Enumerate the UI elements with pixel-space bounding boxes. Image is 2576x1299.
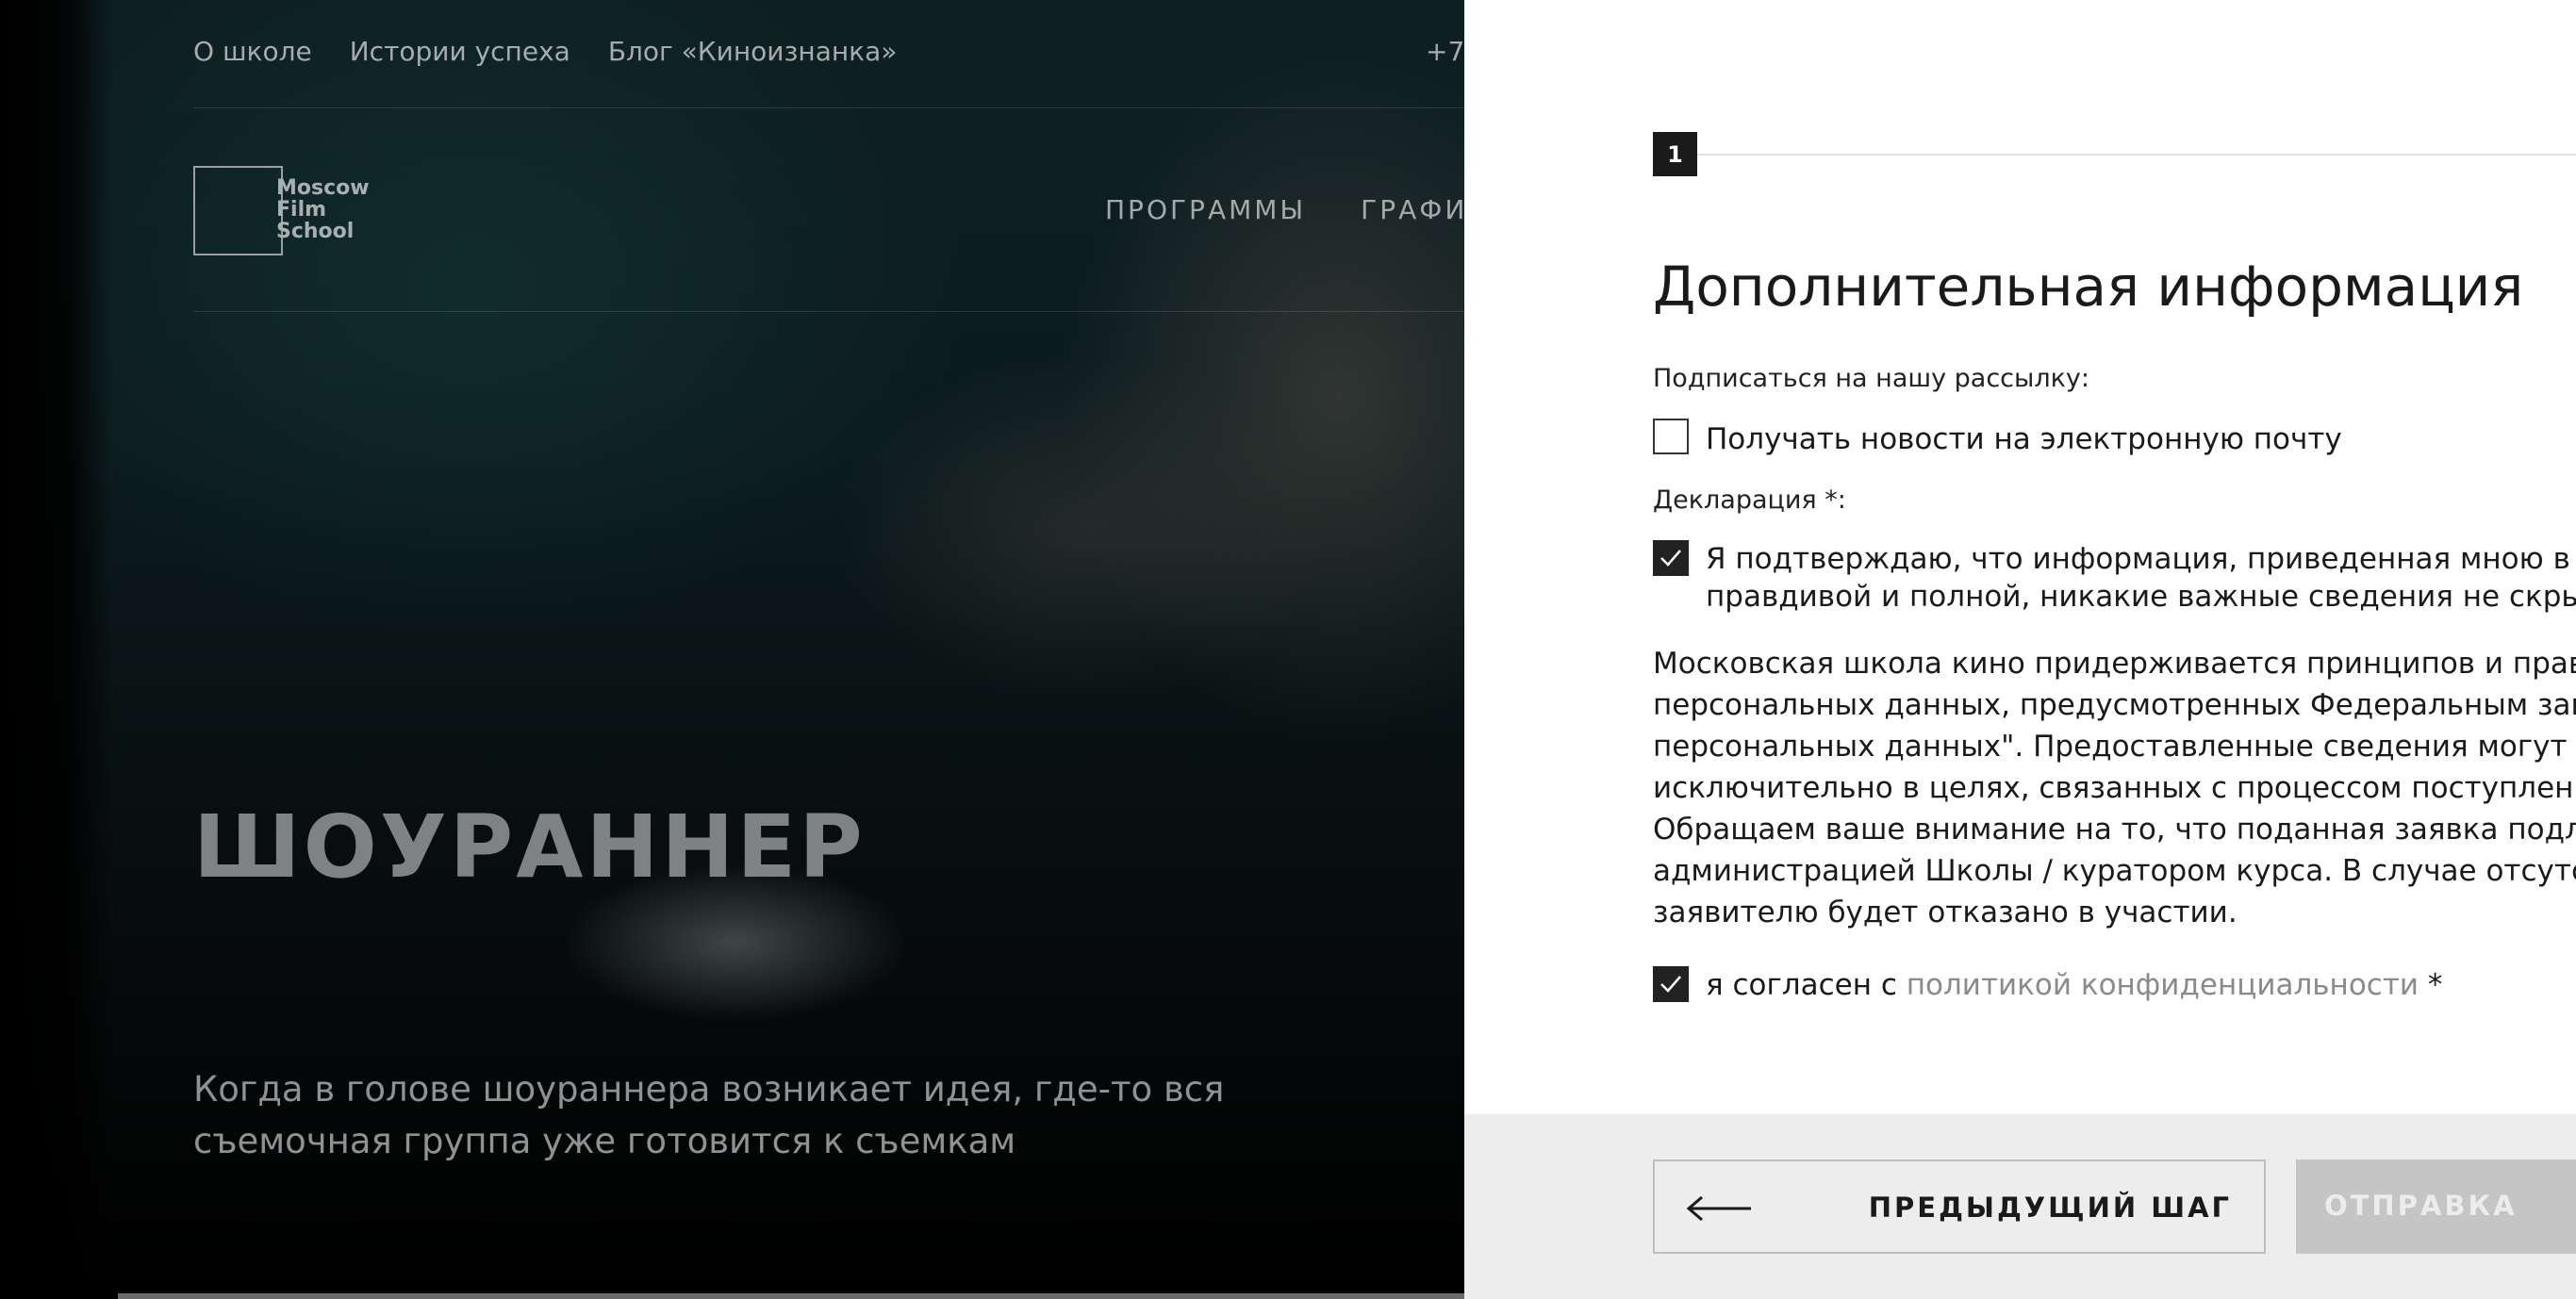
arrow-left-icon — [1686, 1195, 1751, 1222]
progress-bar — [118, 1293, 1464, 1299]
previous-step-label: ПРЕДЫДУЩИЙ ШАГ — [1868, 1192, 2232, 1224]
submit-button[interactable]: ОТПРАВКА — [2296, 1159, 2576, 1254]
subscribe-checkbox-label[interactable]: Получать новости на электронную почту — [1706, 420, 2342, 458]
logo-text[interactable]: Moscow Film School — [276, 177, 370, 242]
step-progress-line — [1697, 154, 2576, 156]
checkmark-icon — [1660, 550, 1681, 567]
main-navigation: ПРОГРАММЫ ГРАФИ — [1105, 194, 1464, 225]
nav-schedule[interactable]: ГРАФИ — [1361, 194, 1464, 225]
hero-subtitle: Когда в голове шоураннера возникает идея… — [193, 1069, 1225, 1161]
step-badge: 1 — [1653, 132, 1697, 176]
privacy-paragraph: Московская школа кино придерживается при… — [1653, 647, 2576, 929]
submit-label: ОТПРАВКА — [2324, 1190, 2518, 1222]
subscribe-checkbox[interactable] — [1653, 419, 1689, 454]
divider — [193, 107, 1464, 108]
nav-link-about[interactable]: О школе — [193, 36, 312, 67]
hero-background: О школе Истории успеха Блог «Киноизнанка… — [0, 0, 1464, 1299]
nav-link-blog[interactable]: Блог «Киноизнанка» — [608, 36, 898, 67]
agree-checkbox-label[interactable]: я согласен с политикой конфиденциальност… — [1706, 966, 2442, 1004]
previous-step-button[interactable]: ПРЕДЫДУЩИЙ ШАГ — [1653, 1159, 2266, 1254]
privacy-policy-link[interactable]: политикой конфиденциальности — [1907, 968, 2419, 1002]
agree-checkbox[interactable] — [1653, 966, 1689, 1002]
phone-number[interactable]: +7 — [1426, 36, 1464, 67]
declaration-checkbox-label[interactable]: Я подтверждаю, что информация, приведенн… — [1706, 540, 2576, 616]
hero-title: ШОУРАННЕР — [193, 797, 866, 897]
divider — [193, 311, 1464, 312]
logo-square[interactable] — [193, 166, 283, 255]
declaration-checkbox[interactable] — [1653, 540, 1689, 576]
checkmark-icon — [1660, 976, 1681, 993]
top-navigation: О школе Истории успеха Блог «Киноизнанка… — [193, 36, 897, 67]
subscribe-label: Подписаться на нашу рассылку: — [1653, 364, 2089, 393]
declaration-label: Декларация *: — [1653, 485, 1846, 515]
nav-link-success-stories[interactable]: Истории успеха — [350, 36, 570, 67]
form-footer: ПРЕДЫДУЩИЙ ШАГ ОТПРАВКА — [1464, 1114, 2576, 1299]
nav-programs[interactable]: ПРОГРАММЫ — [1105, 194, 1306, 225]
form-title: Дополнительная информация — [1653, 255, 2524, 319]
application-form-panel: 1 Дополнительная информация Подписаться … — [1464, 0, 2576, 1299]
